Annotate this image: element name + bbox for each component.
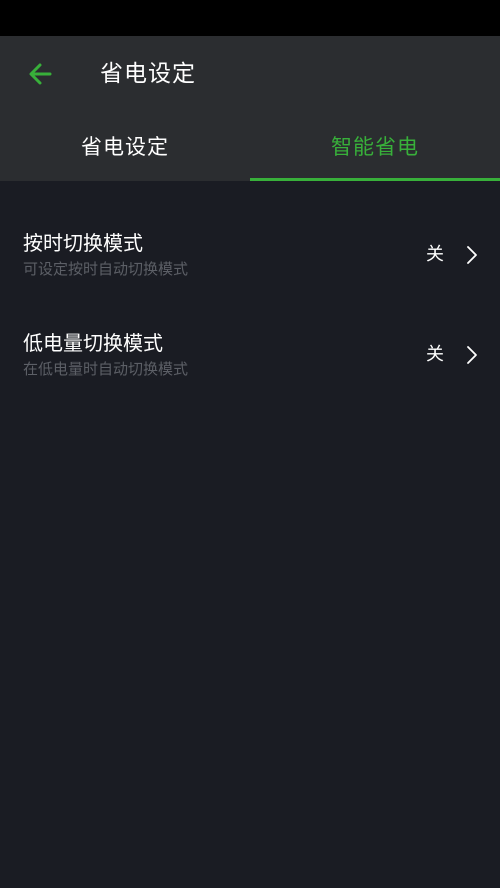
item-subtitle: 在低电量时自动切换模式 <box>23 360 189 378</box>
chevron-right-icon <box>464 344 480 366</box>
status-bar <box>0 0 500 36</box>
item-value: 关 <box>426 244 444 265</box>
tab-label: 省电设定 <box>81 135 169 159</box>
item-value: 关 <box>426 344 444 365</box>
item-title: 按时切换模式 <box>23 231 143 255</box>
tab-power-saving-settings[interactable]: 省电设定 <box>0 124 250 181</box>
tab-bar: 省电设定 智能省电 <box>0 124 500 181</box>
arrow-left-icon <box>26 60 54 92</box>
chevron-right-icon <box>464 244 480 266</box>
app-header: 省电设定 省电设定 智能省电 <box>0 36 500 181</box>
tab-label: 智能省电 <box>331 135 419 159</box>
list-item-scheduled-switch[interactable]: 按时切换模式 可设定按时自动切换模式 关 <box>0 200 500 300</box>
back-button[interactable] <box>20 56 60 96</box>
item-title: 低电量切换模式 <box>23 331 163 355</box>
page-title: 省电设定 <box>100 61 196 87</box>
active-tab-indicator <box>250 178 500 181</box>
tab-smart-power-saving[interactable]: 智能省电 <box>250 124 500 181</box>
item-subtitle: 可设定按时自动切换模式 <box>23 260 189 278</box>
settings-list: 按时切换模式 可设定按时自动切换模式 关 低电量切换模式 在低电量时自动切换模式… <box>0 200 500 400</box>
list-item-low-battery-switch[interactable]: 低电量切换模式 在低电量时自动切换模式 关 <box>0 300 500 400</box>
